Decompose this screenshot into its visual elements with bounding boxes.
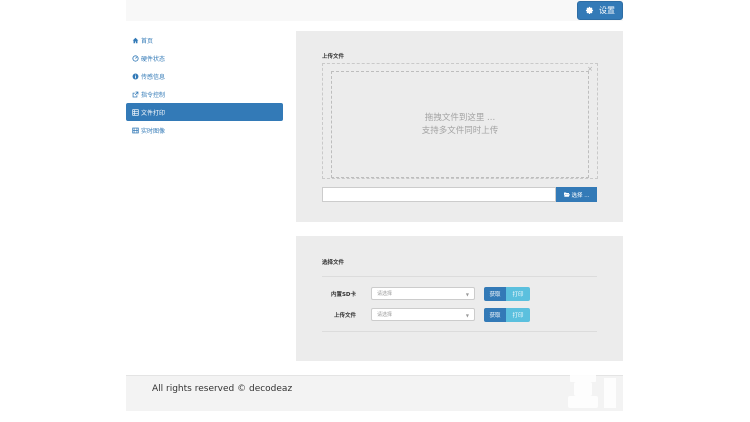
folder-open-icon <box>563 192 570 197</box>
footer: All rights reserved © decodeaz <box>126 374 623 411</box>
external-link-icon <box>132 91 139 98</box>
sidebar-nav: 首页 硬件状态 传感信息 指令控制 文件打印 实时图像 <box>126 31 283 139</box>
sidebar-item-live-image[interactable]: 实时图像 <box>126 121 283 139</box>
file-drop-zone[interactable]: × 拖拽文件到这里 ... 支持多文件同时上传 <box>322 63 598 179</box>
film-icon <box>132 127 139 134</box>
browse-label: 选择 ... <box>571 192 590 199</box>
home-icon <box>132 37 139 44</box>
sidebar-item-label: 文件打印 <box>141 109 166 117</box>
sidebar-item-label: 实时图像 <box>141 127 166 135</box>
uploaded-files-placeholder: 请选择 <box>377 312 393 318</box>
file-name-input[interactable] <box>322 187 556 202</box>
caret-down-icon: ▼ <box>465 312 469 318</box>
copyright-text: All rights reserved © decodeaz <box>152 384 293 394</box>
browse-button[interactable]: 选择 ... <box>556 187 597 202</box>
select-files-panel: 选择文件 内置SD卡 请选择 ▼ 获取 打印 上传文件 请选择 ▼ 获取 打印 <box>296 236 623 361</box>
upload-title: 上传文件 <box>322 54 345 60</box>
uploaded-files-label: 上传文件 <box>333 313 356 319</box>
sd-card-select[interactable]: 请选择 ▼ <box>371 287 475 300</box>
uploaded-files-select[interactable]: 请选择 ▼ <box>371 308 475 321</box>
sidebar-item-home[interactable]: 首页 <box>126 31 283 49</box>
settings-label: 设置 <box>599 6 615 15</box>
settings-button[interactable]: 设置 <box>577 1 623 20</box>
sidebar-item-file-print[interactable]: 文件打印 <box>126 103 283 121</box>
upload-panel: 上传文件 × 拖拽文件到这里 ... 支持多文件同时上传 选择 ... <box>296 31 623 222</box>
caret-down-icon: ▼ <box>465 291 469 297</box>
sd-card-placeholder: 请选择 <box>377 291 393 297</box>
list-icon <box>132 108 139 116</box>
info-icon <box>132 73 139 80</box>
sd-card-label: 内置SD卡 <box>330 292 356 298</box>
dashboard-icon <box>132 54 139 62</box>
sidebar-item-label: 指令控制 <box>141 91 166 99</box>
sd-card-get-button[interactable]: 获取 <box>484 287 506 301</box>
top-navbar <box>126 0 623 21</box>
sidebar-item-label: 硬件状态 <box>141 55 166 63</box>
gear-icon <box>585 6 594 15</box>
drop-hint-line1: 拖拽文件到这里 ... <box>424 112 496 123</box>
sidebar-item-label: 首页 <box>141 37 154 45</box>
sidebar-item-hardware-status[interactable]: 硬件状态 <box>126 49 283 67</box>
sidebar-item-sensor-info[interactable]: 传感信息 <box>126 67 283 85</box>
sidebar-item-command-control[interactable]: 指令控制 <box>126 85 283 103</box>
divider <box>322 331 597 332</box>
sidebar-item-label: 传感信息 <box>141 73 166 81</box>
drop-hint-line2: 支持多文件同时上传 <box>421 125 499 136</box>
sd-card-print-button[interactable]: 打印 <box>506 287 530 301</box>
uploaded-files-print-button[interactable]: 打印 <box>506 308 530 322</box>
select-files-title: 选择文件 <box>322 260 345 266</box>
divider <box>322 276 597 277</box>
logo-watermark <box>568 374 616 408</box>
uploaded-files-get-button[interactable]: 获取 <box>484 308 506 322</box>
drop-area[interactable]: 拖拽文件到这里 ... 支持多文件同时上传 <box>331 71 589 178</box>
